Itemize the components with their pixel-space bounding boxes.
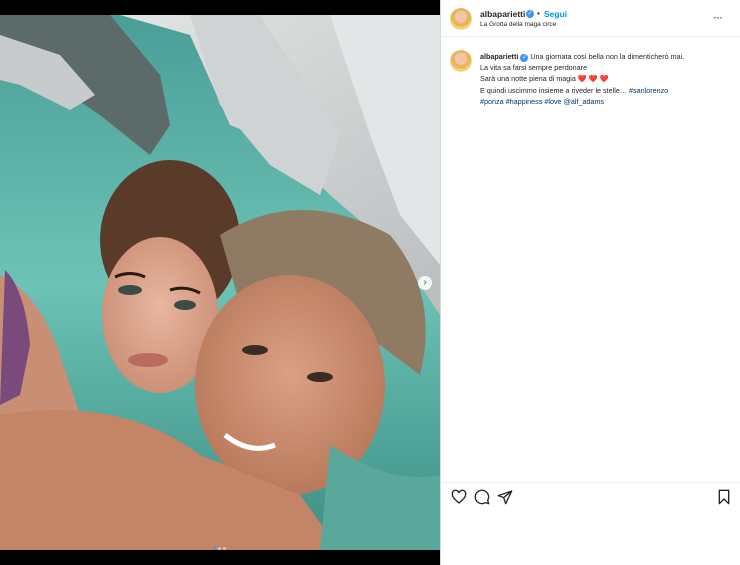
post-caption: albaparietti ✓ Una giornata così bella n…	[480, 51, 730, 107]
post-header: albaparietti ✓ • Segui La Grotta della m…	[441, 0, 740, 37]
photo-top-bar	[0, 0, 440, 15]
verified-icon: ✓	[526, 10, 534, 18]
heart-icon[interactable]	[451, 489, 467, 505]
share-icon[interactable]	[497, 489, 513, 505]
post-photo[interactable]	[0, 15, 440, 550]
post-side-panel: albaparietti ✓ • Segui La Grotta della m…	[440, 0, 740, 565]
post-actions	[441, 482, 740, 513]
caption-line: Una giornata così bella non la dimentich…	[530, 52, 685, 61]
caption-username[interactable]: albaparietti	[480, 52, 518, 61]
hashtag-link[interactable]: #love	[544, 97, 561, 106]
caption-line: La vita sa farsi sempre perdonare	[480, 63, 588, 73]
location-link[interactable]: La Grotta della maga circe	[480, 21, 556, 28]
caption-line: Sarà una notte piena di magia	[480, 74, 576, 84]
photo-illustration	[0, 15, 440, 550]
avatar[interactable]	[450, 8, 472, 30]
hashtag-link[interactable]: #sanlorenzo	[629, 86, 668, 95]
photo-bottom-bar	[0, 550, 440, 565]
bookmark-icon[interactable]	[716, 489, 732, 505]
heart-emojis: ❤️ ❤️ ❤️	[577, 74, 609, 84]
caption-line: E quindi uscimmo insieme a riveder le st…	[480, 85, 628, 95]
hashtag-link[interactable]: #happiness	[506, 97, 543, 106]
header-username[interactable]: albaparietti	[480, 9, 525, 19]
hashtag-link[interactable]: #ponza	[480, 97, 504, 106]
verified-icon: ✓	[520, 54, 529, 62]
caption-avatar[interactable]	[450, 50, 472, 72]
more-dots-icon[interactable]: ···	[713, 10, 723, 24]
carousel-next-button[interactable]: ›	[418, 276, 432, 290]
follow-button[interactable]: Segui	[544, 9, 567, 19]
comment-icon[interactable]	[474, 489, 490, 505]
header-separator: •	[537, 9, 540, 18]
mention-link[interactable]: @alf_adams	[564, 97, 604, 106]
